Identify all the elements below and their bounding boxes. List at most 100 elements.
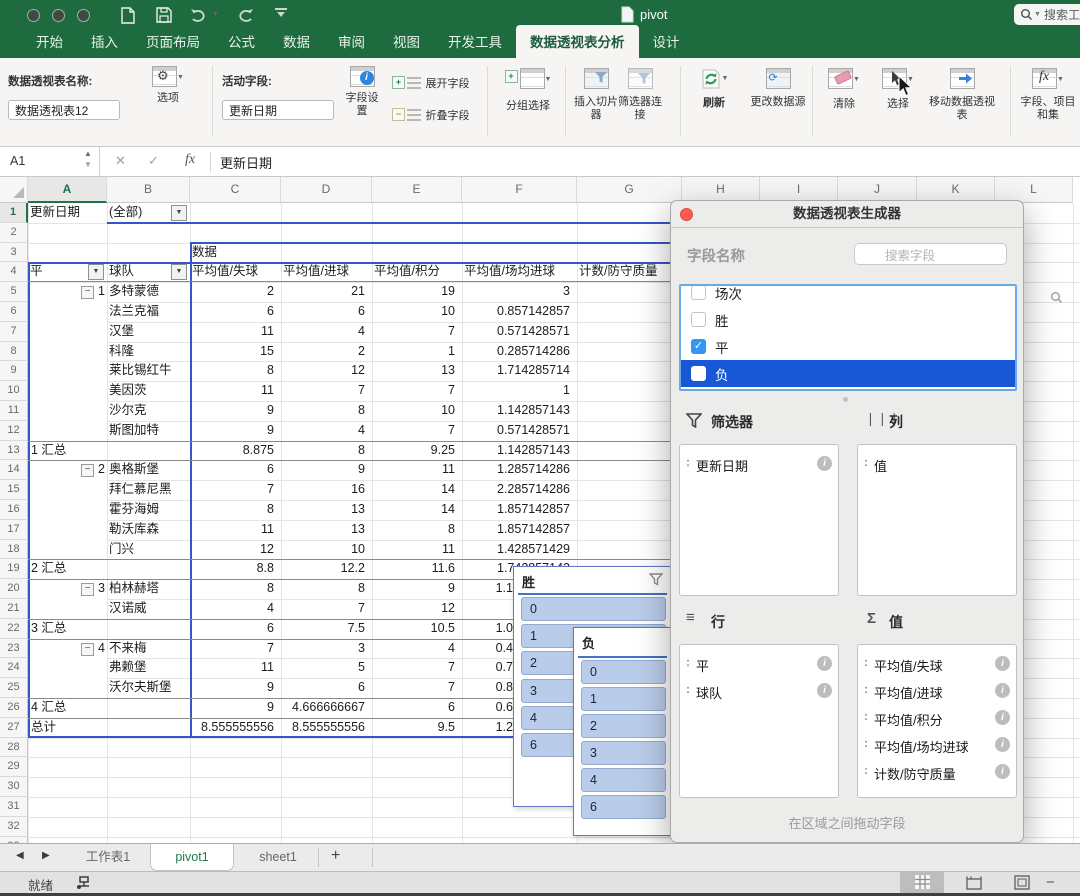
cell-E7[interactable]: 7 — [374, 322, 455, 342]
row-header-17[interactable]: 17 — [0, 520, 28, 540]
column-header-A[interactable]: A — [28, 177, 107, 203]
column-header-D[interactable]: D — [281, 177, 372, 203]
pivot-column-header-f[interactable]: 平均值/场均进球 — [464, 262, 575, 282]
sheet-tab-sheet1[interactable]: sheet1 — [242, 844, 314, 871]
drag-handle-icon[interactable]: : — [864, 763, 868, 777]
toolbar-filter-icon[interactable] — [274, 8, 288, 17]
change-data-source-button[interactable]: ⟳ 更改数据源 — [750, 68, 806, 109]
field-info-icon[interactable]: i — [995, 710, 1010, 725]
slicer-负-item-3[interactable]: 3 — [581, 741, 666, 765]
cell-C14[interactable]: 6 — [192, 460, 274, 480]
rows-item-球队[interactable]: :球队i — [680, 678, 838, 705]
expand-field-button[interactable]: + 展开字段 — [392, 74, 474, 92]
collapse-group-icon[interactable]: − — [81, 583, 94, 596]
cell-B25-team[interactable]: 沃尔夫斯堡 — [109, 678, 188, 698]
column-header-C[interactable]: C — [190, 177, 281, 203]
cell-C20[interactable]: 8 — [192, 579, 274, 599]
cell-F25[interactable]: 0.8 — [462, 678, 513, 698]
cell-B18-team[interactable]: 门兴 — [109, 540, 188, 560]
field-settings-button[interactable]: i 字段设置 — [342, 66, 382, 117]
cell-D10[interactable]: 7 — [283, 381, 365, 401]
drag-handle-icon[interactable]: : — [864, 682, 868, 696]
field-info-icon[interactable]: i — [995, 656, 1010, 671]
cell-C16[interactable]: 8 — [192, 500, 274, 520]
cell-B24-team[interactable]: 弗赖堡 — [109, 658, 188, 678]
cell-C26[interactable]: 9 — [192, 698, 274, 718]
cell-D22[interactable]: 7.5 — [283, 619, 365, 639]
cell-F8[interactable]: 0.285714286 — [464, 342, 570, 362]
pivot-column-header-e[interactable]: 平均值/积分 — [374, 262, 460, 282]
row-header-6[interactable]: 6 — [0, 302, 28, 322]
row-header-29[interactable]: 29 — [0, 757, 28, 777]
row-header-24[interactable]: 24 — [0, 658, 28, 678]
cell-B21-team[interactable]: 汉诺威 — [109, 599, 188, 619]
cell-E13[interactable]: 9.25 — [374, 441, 455, 461]
row-header-11[interactable]: 11 — [0, 401, 28, 421]
cell-F14[interactable]: 1.285714286 — [464, 460, 570, 480]
cell-D11[interactable]: 8 — [283, 401, 365, 421]
ribbon-tab-设计[interactable]: 设计 — [639, 25, 694, 58]
field-item-胜[interactable]: 胜 — [681, 306, 1015, 333]
add-sheet-button[interactable]: + — [331, 847, 340, 865]
insert-slicer-button[interactable]: 插入切片器 — [574, 68, 618, 121]
cell-B6-team[interactable]: 法兰克福 — [109, 302, 188, 322]
cell-C17[interactable]: 11 — [192, 520, 274, 540]
cell-B9-team[interactable]: 莱比锡红牛 — [109, 361, 188, 381]
cell-A14-group[interactable]: −2 — [30, 460, 105, 480]
cell-D15[interactable]: 16 — [283, 480, 365, 500]
cell-A1-filter-field[interactable]: 更新日期 — [30, 203, 105, 223]
ribbon-tab-公式[interactable]: 公式 — [214, 25, 269, 58]
cell-E22[interactable]: 10.5 — [374, 619, 455, 639]
slicer-胜-item-0[interactable]: 0 — [521, 597, 666, 621]
cell-E8[interactable]: 1 — [374, 342, 455, 362]
row-header-4[interactable]: 4 — [0, 262, 28, 282]
cell-E15[interactable]: 14 — [374, 480, 455, 500]
row-header-20[interactable]: 20 — [0, 579, 28, 599]
values-area-box[interactable]: :平均值/失球i:平均值/进球i:平均值/积分i:平均值/场均进球i:计数/防守… — [857, 644, 1017, 798]
cell-F13[interactable]: 1.142857143 — [464, 441, 570, 461]
field-info-icon[interactable]: i — [817, 456, 832, 471]
cell-B7-team[interactable]: 汉堡 — [109, 322, 188, 342]
prev-sheet-icon[interactable]: ◀ — [16, 850, 24, 861]
field-info-icon[interactable]: i — [995, 737, 1010, 752]
cell-B5-team[interactable]: 多特蒙德 — [109, 282, 188, 302]
field-info-icon[interactable]: i — [995, 683, 1010, 698]
ribbon-tab-插入[interactable]: 插入 — [77, 25, 132, 58]
new-document-icon[interactable] — [120, 7, 136, 24]
column-header-G[interactable]: G — [577, 177, 682, 203]
values-item-平均值/进球[interactable]: :平均值/进球i — [858, 678, 1016, 705]
slicer-负-item-6[interactable]: 6 — [581, 795, 666, 819]
cell-B23-team[interactable]: 不来梅 — [109, 639, 188, 659]
undo-dropdown-icon[interactable]: ▼ — [212, 11, 219, 18]
sheet-tab-工作表1[interactable]: 工作表1 — [72, 844, 144, 871]
cell-C21[interactable]: 4 — [192, 599, 274, 619]
cell-D9[interactable]: 12 — [283, 361, 365, 381]
cell-D27[interactable]: 8.555555556 — [283, 718, 365, 738]
cell-F6[interactable]: 0.857142857 — [464, 302, 570, 322]
field-info-icon[interactable]: i — [995, 764, 1010, 779]
cell-D17[interactable]: 13 — [283, 520, 365, 540]
row-header-16[interactable]: 16 — [0, 500, 28, 520]
panel-resize-dot[interactable] — [843, 397, 848, 402]
row-header-9[interactable]: 9 — [0, 361, 28, 381]
clear-button[interactable]: ▼ 清除 — [820, 68, 868, 111]
pivot-name-input[interactable]: 数据透视表12 — [8, 100, 120, 120]
row-header-2[interactable]: 2 — [0, 223, 28, 243]
cell-D23[interactable]: 3 — [283, 639, 365, 659]
columns-area-box[interactable]: :值 — [857, 444, 1017, 596]
field-info-icon[interactable]: i — [817, 656, 832, 671]
confirm-entry-icon[interactable]: ✓ — [148, 153, 159, 169]
cell-E25[interactable]: 7 — [374, 678, 455, 698]
cell-B10-team[interactable]: 美因茨 — [109, 381, 188, 401]
row-header-5[interactable]: 5 — [0, 282, 28, 302]
pivot-column-header-g[interactable]: 计数/防守质量 — [579, 262, 680, 282]
collapse-field-button[interactable]: − 折叠字段 — [392, 106, 474, 124]
field-item-平[interactable]: ✓平 — [681, 333, 1015, 360]
drag-handle-icon[interactable]: : — [686, 455, 690, 469]
name-box[interactable]: A1 — [0, 147, 100, 176]
slicer-负-item-4[interactable]: 4 — [581, 768, 666, 792]
cell-F10[interactable]: 1 — [464, 381, 570, 401]
row-header-21[interactable]: 21 — [0, 599, 28, 619]
minimize-window-icon[interactable] — [52, 9, 65, 22]
cell-C5[interactable]: 2 — [192, 282, 274, 302]
